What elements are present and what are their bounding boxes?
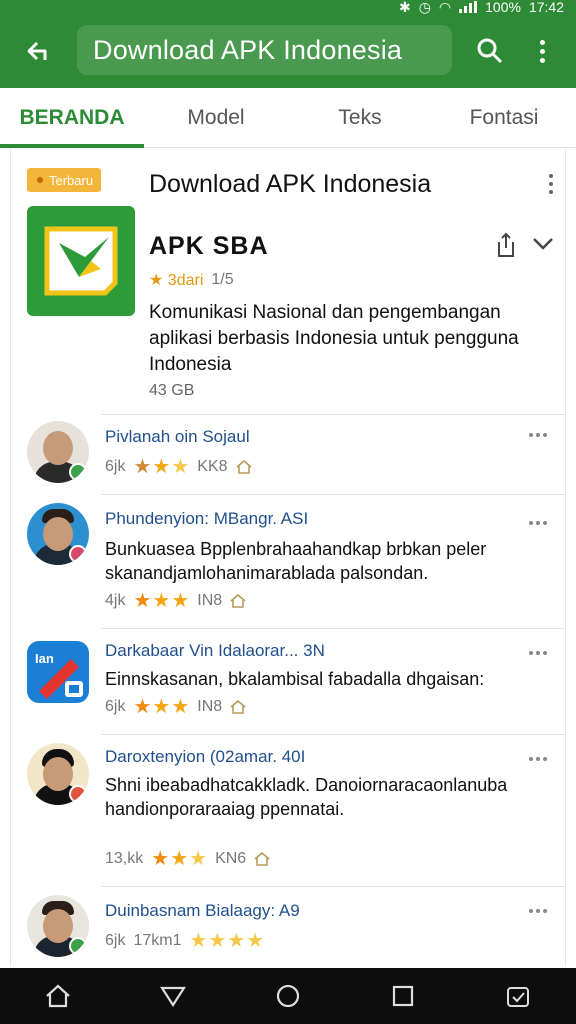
system-nav-bar [0,968,576,1024]
house-icon [230,594,246,608]
item-menu-button[interactable] [529,433,547,437]
featured-heading: Download APK Indonesia [149,170,432,198]
rating-value: ★ 3dari [149,272,204,289]
comment-meta: 6jk 17km1 ★ ★ ★ ★ [105,930,265,952]
comment-author[interactable]: Daroxtenyion (02amar. 40I [105,747,305,767]
home-icon [45,984,70,1008]
app-name: APK SBA [149,232,269,260]
list-item[interactable]: Duinbasnam Bialaagy: A9 6jk 17km1 ★ ★ ★ ★ [27,886,565,966]
app-size: 43 GB [149,382,195,399]
rating-stars: ★ ★ ★ [133,590,190,612]
back-arrow-icon [27,41,47,61]
item-menu-button[interactable] [529,909,547,913]
app-logo-icon [27,206,135,316]
expand-button[interactable] [531,234,555,254]
list-item[interactable]: Daroxtenyion (02amar. 40I Shni ibeabadha… [27,734,565,886]
house-icon [230,700,246,714]
app-header: ✱ ◷ ◠ 100% 17:42 Download APK Indonesia [0,0,576,88]
screenshot-icon [507,987,530,1007]
search-icon [477,38,503,64]
circle-icon [276,984,300,1008]
search-button[interactable] [472,34,508,68]
back-button[interactable] [18,34,58,68]
square-icon [393,985,414,1007]
bluetooth-icon: ✱ [398,0,411,15]
clock: 17:42 [528,0,564,15]
status-bar: ✱ ◷ ◠ 100% 17:42 [398,0,564,15]
app-root: ✱ ◷ ◠ 100% 17:42 Download APK Indonesia … [0,0,576,1024]
comment-text: Shni ibeabadhatcakkladk. Danoiornaracaon… [105,775,508,819]
comment-text: Bunkuasea Bpplenbrahaahandkap brbkan pel… [105,539,487,583]
comment-author[interactable]: Duinbasnam Bialaagy: A9 [105,901,300,921]
share-button[interactable] [495,232,517,258]
review-count: 1/5 [211,271,234,288]
comment-meta: 6jk ★ ★ ★ KK8 [105,457,252,477]
app-rating: ★ 3dari 1/5 [149,270,234,290]
comment-author[interactable]: Pivlanah oin Sojaul [105,427,250,447]
comment-text: Einnskasanan, bkalambisal fabadalla dhga… [105,669,485,689]
battery-level: 100% [485,0,521,15]
content-card: Terbaru Download APK Indonesia APK SBA ★… [10,150,566,966]
pencil-app-icon: Ian [27,641,89,703]
rating-stars: ★ ★ ★ [151,848,208,870]
home-circle-button[interactable] [264,976,312,1016]
comment-author[interactable]: Darkabaar Vin Idalaorar... 3N [105,641,325,661]
comment-meta: 13,kk ★ ★ ★ KN6 [105,849,270,869]
alarm-icon: ◷ [418,0,431,15]
item-menu-button[interactable] [529,521,547,525]
page-title[interactable]: Download APK Indonesia [77,25,452,75]
card-menu-button[interactable] [549,174,553,194]
home-button[interactable] [34,976,82,1016]
rating-stars: ★ ★ ★ ★ [189,930,265,952]
avatar [27,895,89,957]
rating-stars: ★ ★ ★ [133,456,190,478]
avatar [27,743,89,805]
screenshot-button[interactable] [494,976,542,1016]
back-nav-button[interactable] [149,976,197,1016]
house-icon [254,852,270,866]
list-item[interactable]: Ian Darkabaar Vin Idalaorar... 3N Einnsk… [27,628,565,734]
avatar [27,503,89,565]
item-menu-button[interactable] [529,651,547,655]
app-bar: Download APK Indonesia [0,20,576,84]
tab-teks[interactable]: Teks [288,88,432,147]
comment-author[interactable]: Phundenyion: MBangr. ASI [105,509,308,529]
app-description: Komunikasi Nasional dan pengembangan apl… [149,302,519,375]
tab-beranda[interactable]: BERANDA [0,88,144,148]
tab-fontasi[interactable]: Fontasi [432,88,576,147]
signal-icon [459,1,478,13]
rating-stars: ★ ★ ★ [133,696,190,718]
share-icon [498,232,514,257]
recents-button[interactable] [379,976,427,1016]
list-item[interactable]: Pivlanah oin Sojaul 6jk ★ ★ ★ KK8 [27,414,565,494]
overflow-menu-button[interactable] [528,34,556,68]
item-menu-button[interactable] [529,757,547,761]
house-icon [235,460,252,474]
chevron-down-icon [533,238,553,250]
avatar [27,421,89,483]
comment-meta: 4jk ★ ★ ★ IN8 [105,591,246,611]
svg-text:Ian: Ian [35,651,54,666]
wifi-icon: ◠ [438,0,452,15]
back-triangle-icon [159,986,186,1007]
list-item[interactable]: Phundenyion: MBangr. ASI Bunkuasea Bpple… [27,494,565,628]
tab-model[interactable]: Model [144,88,288,147]
tab-bar: BERANDA Model Teks Fontasi [0,88,576,148]
featured-app-card[interactable]: Terbaru Download APK Indonesia APK SBA ★… [11,150,565,414]
comment-meta: 6jk ★ ★ ★ IN8 [105,697,246,717]
new-badge: Terbaru [27,168,102,192]
